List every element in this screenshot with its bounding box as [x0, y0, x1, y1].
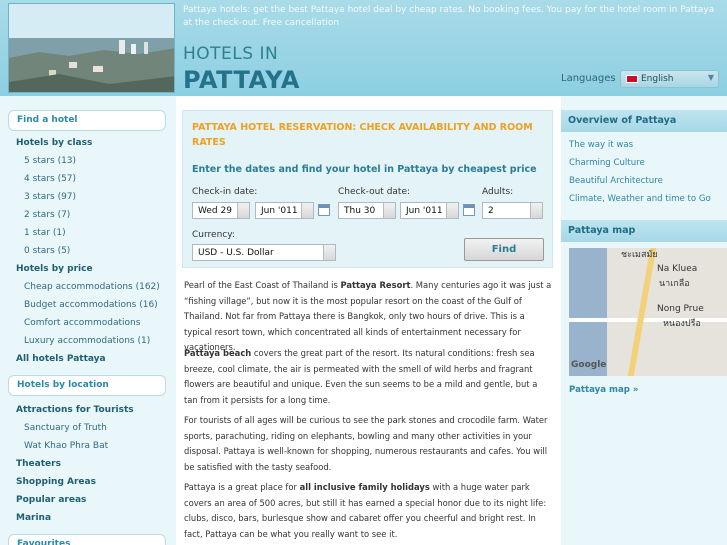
adults-label: Adults: — [482, 187, 514, 197]
language-select[interactable]: English ▼ — [620, 70, 719, 88]
checkout-month-value: Jun '011 — [406, 206, 443, 216]
theaters-link[interactable]: Theaters — [16, 459, 61, 469]
map-label: Na Kluea — [657, 264, 698, 274]
calendar-icon[interactable] — [463, 204, 475, 216]
map-label: นาเกลือ — [659, 279, 690, 289]
text: . Many centuries ago it was just a “fish… — [184, 280, 552, 353]
currency-value: USD - U.S. Dollar — [198, 248, 274, 258]
languages-label: Languages — [561, 73, 616, 84]
site-title-line1: HOTELS IN — [183, 44, 279, 64]
map-water — [569, 248, 607, 376]
class-item[interactable]: 5 stars (13) — [24, 156, 76, 166]
checkin-label: Check-in date: — [192, 187, 258, 197]
shopping-areas-link[interactable]: Shopping Areas — [16, 477, 96, 487]
attraction-item[interactable]: Wat Khao Phra Bat — [24, 441, 108, 451]
overview-heading: Overview of Pattaya — [561, 110, 727, 132]
attractions-link[interactable]: Attractions for Tourists — [16, 405, 134, 415]
left-sidebar: Find a hotel Hotels by class 5 stars (13… — [0, 96, 176, 545]
reservation-form: PATTAYA HOTEL RESERVATION: CHECK AVAILAB… — [182, 110, 553, 268]
chevron-down-icon: ▼ — [707, 73, 714, 82]
hotels-by-price-link[interactable]: Hotels by price — [16, 264, 93, 274]
dropdown-arrow-icon — [383, 203, 395, 218]
dropdown-arrow-icon — [323, 245, 335, 260]
class-item[interactable]: 0 stars (5) — [24, 246, 70, 256]
adults-value: 2 — [488, 206, 494, 216]
header-tagline: Pattaya hotels: get the best Pattaya hot… — [183, 5, 715, 28]
checkin-month-value: Jun '011 — [261, 206, 298, 216]
class-item[interactable]: 4 stars (57) — [24, 174, 76, 184]
text: Pattaya is a great place for — [184, 482, 300, 492]
adults-select[interactable]: 2 — [482, 202, 543, 219]
form-title: PATTAYA HOTEL RESERVATION: CHECK AVAILAB… — [192, 122, 533, 148]
calendar-icon[interactable] — [318, 204, 330, 216]
main-content: PATTAYA HOTEL RESERVATION: CHECK AVAILAB… — [182, 96, 554, 545]
content-paragraph: Pearl of the East Coast of Thailand is P… — [184, 278, 552, 356]
popular-areas-link[interactable]: Popular areas — [16, 495, 86, 505]
pattaya-map[interactable]: ชะเมสมัย Na Kluea นาเกลือ Nong Prue หนอง… — [569, 248, 727, 376]
currency-label: Currency: — [192, 230, 235, 240]
content-paragraph: For tourists of all ages will be curious… — [184, 415, 548, 472]
class-item[interactable]: 1 star (1) — [24, 228, 66, 238]
google-logo: Google — [571, 360, 607, 370]
favourites-box[interactable]: Favourites — [8, 534, 166, 545]
checkin-day-select[interactable]: Wed 29 — [192, 202, 250, 219]
dropdown-arrow-icon — [446, 203, 458, 218]
all-hotels-link[interactable]: All hotels Pattaya — [16, 354, 106, 364]
pattaya-bay-image — [9, 4, 174, 92]
header: Pattaya hotels: get the best Pattaya hot… — [0, 0, 727, 96]
text: Pearl of the East Coast of Thailand is — [184, 280, 341, 290]
checkin-month-select[interactable]: Jun '011 — [255, 202, 314, 219]
content-paragraph: Pattaya beach covers the great part of t… — [184, 346, 552, 408]
dropdown-arrow-icon — [530, 203, 542, 218]
site-title-line2: PATTAYA — [183, 66, 300, 94]
content-paragraph: Pattaya is a great place for all inclusi… — [184, 480, 552, 542]
hotels-by-location-box[interactable]: Hotels by location — [8, 375, 166, 396]
map-label: Nong Prue — [657, 304, 704, 314]
dropdown-arrow-icon — [237, 203, 249, 218]
uk-flag-icon — [626, 75, 638, 83]
map-label: หนองปรือ — [663, 319, 701, 329]
find-hotel-box[interactable]: Find a hotel — [8, 110, 166, 131]
overview-link[interactable]: Charming Culture — [569, 158, 645, 168]
map-label: ชะเมสมัย — [621, 250, 658, 260]
class-item[interactable]: 2 stars (7) — [24, 210, 70, 220]
map-heading: Pattaya map — [561, 220, 727, 242]
overview-link[interactable]: The way it was — [569, 140, 633, 150]
form-subtitle: Enter the dates and find your hotel in P… — [192, 164, 537, 175]
marina-link[interactable]: Marina — [16, 513, 51, 523]
right-sidebar: Overview of Pattaya The way it was Charm… — [561, 96, 727, 545]
find-button[interactable]: Find — [464, 238, 544, 261]
price-item[interactable]: Comfort accommodations — [24, 318, 140, 328]
header-photo — [8, 3, 175, 93]
checkout-day-select[interactable]: Thu 30 — [338, 202, 396, 219]
map-road — [627, 248, 657, 376]
overview-link[interactable]: Climate, Weather and time to Go — [569, 194, 711, 204]
checkout-label: Check-out date: — [338, 187, 411, 197]
pattaya-map-link[interactable]: Pattaya map » — [569, 385, 638, 395]
checkout-month-select[interactable]: Jun '011 — [400, 202, 459, 219]
hotels-by-class-link[interactable]: Hotels by class — [16, 138, 92, 148]
dropdown-arrow-icon — [301, 203, 313, 218]
attraction-item[interactable]: Sanctuary of Truth — [24, 423, 107, 433]
currency-select[interactable]: USD - U.S. Dollar — [192, 244, 336, 261]
language-selected: English — [641, 74, 674, 84]
class-item[interactable]: 3 stars (97) — [24, 192, 76, 202]
price-item[interactable]: Budget accommodations (16) — [24, 300, 158, 310]
bold-text: Pattaya beach — [184, 348, 252, 358]
bold-text: all inclusive family holidays — [299, 482, 430, 492]
price-item[interactable]: Cheap accommodations (162) — [24, 282, 160, 292]
price-item[interactable]: Luxury accommodations (1) — [24, 336, 150, 346]
bold-text: Pattaya Resort — [340, 280, 411, 290]
checkin-day-value: Wed 29 — [198, 206, 232, 216]
overview-link[interactable]: Beautiful Architecture — [569, 176, 663, 186]
checkout-day-value: Thu 30 — [344, 206, 376, 216]
map-road — [569, 318, 727, 322]
